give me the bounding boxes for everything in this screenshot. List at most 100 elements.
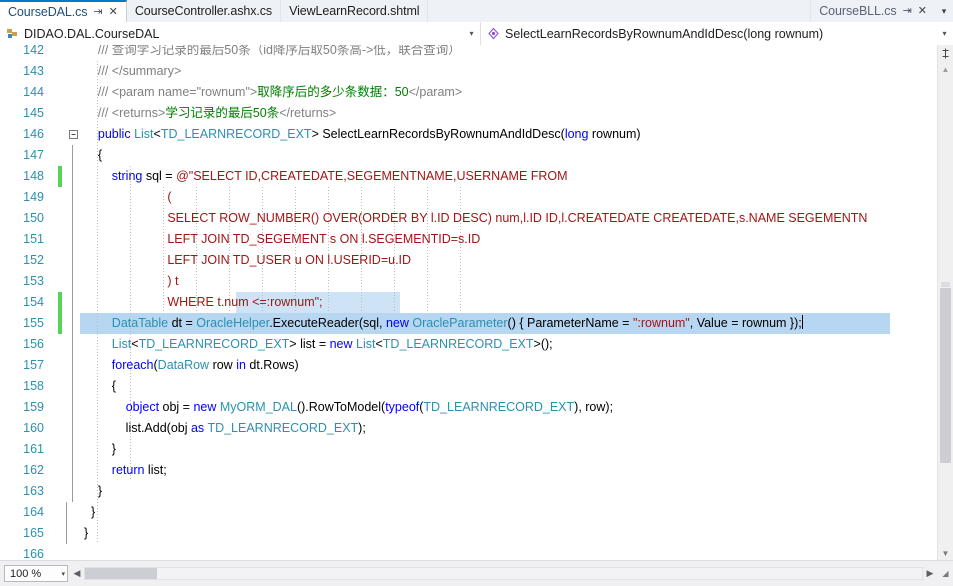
line-number: 145 — [23, 106, 44, 120]
close-icon[interactable]: ✕ — [109, 6, 118, 18]
code-token: } — [84, 442, 116, 456]
code-editor[interactable]: 142 /// 查询学习记录的最后50条（id降序后取50条高->低，联合查询）… — [0, 45, 953, 561]
code-line[interactable]: 163 } — [0, 481, 938, 502]
outlining-bar — [72, 208, 73, 229]
navigation-bar: DIDAO.DAL.CourseDAL ▾ SelectLearnRecords… — [0, 22, 953, 46]
code-token: ) t — [84, 274, 179, 288]
code-line[interactable]: 158 { — [0, 376, 938, 397]
chevron-down-icon[interactable]: ▾ — [938, 29, 951, 38]
line-number: 157 — [23, 358, 44, 372]
code-line[interactable]: 152 LEFT JOIN TD_USER u ON l.USERID=u.ID — [0, 250, 938, 271]
line-number: 166 — [23, 547, 44, 559]
code-line[interactable]: 148 string sql = @"SELECT ID,CREATEDATE,… — [0, 166, 938, 187]
code-token: in — [236, 358, 246, 372]
tab-label: CourseController.ashx.cs — [134, 4, 273, 18]
change-bar — [58, 208, 62, 229]
split-view-icon[interactable] — [938, 45, 953, 61]
code-token: , Value = rownum }); — [689, 316, 802, 330]
outlining-bar — [72, 271, 73, 292]
code-surface[interactable]: 142 /// 查询学习记录的最后50条（id降序后取50条高->低，联合查询）… — [0, 45, 938, 559]
code-token: .ExecuteReader(sql, — [269, 316, 386, 330]
code-token: public — [97, 127, 131, 141]
tab-coursedal-cs[interactable]: CourseDAL.cs ⇥ ✕ — [0, 0, 127, 22]
code-line[interactable]: 155 DataTable dt = OracleHelper.ExecuteR… — [0, 313, 938, 334]
code-text: /// <returns>学习记录的最后50条</returns> — [84, 103, 336, 124]
vertical-scrollbar[interactable]: ▲ ▼ — [937, 45, 953, 561]
code-line[interactable]: 161 } — [0, 439, 938, 460]
code-line[interactable]: 147 { — [0, 145, 938, 166]
horizontal-scrollbar[interactable]: ◀ ▶ — [70, 565, 937, 582]
tab-label: CourseDAL.cs — [8, 5, 88, 19]
indent-guide — [460, 250, 461, 271]
scrollbar-thumb[interactable] — [940, 288, 951, 463]
type-dropdown[interactable]: DIDAO.DAL.CourseDAL ▾ — [0, 22, 481, 45]
code-text: } — [84, 523, 88, 544]
code-token: DataTable — [111, 316, 169, 330]
change-bar — [58, 82, 62, 103]
code-token: 学习记录的最后50条 — [165, 106, 280, 120]
code-line[interactable]: 146 public List<TD_LEARNRECORD_EXT> Sele… — [0, 124, 938, 145]
indent-guide — [460, 292, 461, 313]
code-line[interactable]: 165} — [0, 523, 938, 544]
code-line[interactable]: 151 LEFT JOIN TD_SEGEMENT s ON l.SEGEMEN… — [0, 229, 938, 250]
code-line[interactable]: 143 /// </summary> — [0, 61, 938, 82]
chevron-down-icon[interactable]: ▾ — [465, 29, 478, 38]
code-token: LEFT JOIN TD_USER u ON l.USERID=u.ID — [84, 253, 412, 267]
scroll-left-button[interactable]: ◀ — [70, 565, 84, 582]
code-line[interactable]: 154 WHERE t.num <=:rownum"; — [0, 292, 938, 313]
line-number: 155 — [23, 316, 44, 330]
code-text: /// </summary> — [84, 61, 181, 82]
indent-guide — [196, 187, 197, 208]
indent-guide — [328, 187, 329, 208]
code-line[interactable]: 144 /// <param name="rownum">取降序后的多少条数据：… — [0, 82, 938, 103]
code-line[interactable]: 145 /// <returns>学习记录的最后50条</returns> — [0, 103, 938, 124]
code-line[interactable]: 157 foreach(DataRow row in dt.Rows) — [0, 355, 938, 376]
pin-icon[interactable]: ⇥ — [903, 5, 912, 17]
indent-guide — [394, 292, 395, 313]
tab-coursebll-cs[interactable]: CourseBLL.cs ⇥ ✕ — [810, 0, 935, 22]
scroll-up-button[interactable]: ▲ — [938, 62, 953, 76]
close-icon[interactable]: ✕ — [918, 5, 927, 17]
zoom-level-dropdown[interactable]: 100 % ▾ — [4, 565, 68, 582]
code-line[interactable]: 150 SELECT ROW_NUMBER() OVER(ORDER BY l.… — [0, 208, 938, 229]
tab-coursecontroller-ashx-cs[interactable]: CourseController.ashx.cs — [126, 0, 282, 22]
tab-viewlearnrecord-shtml[interactable]: ViewLearnRecord.shtml — [281, 0, 429, 22]
resize-grip[interactable]: ◢ — [938, 561, 953, 586]
code-token: dt = — [168, 316, 197, 330]
code-token: TD_LEARNRECORD_EXT — [207, 421, 359, 435]
outlining-bar — [72, 229, 73, 250]
code-line[interactable]: 149 ( — [0, 187, 938, 208]
line-number: 147 — [23, 148, 44, 162]
code-text: SELECT ROW_NUMBER() OVER(ORDER BY l.ID D… — [84, 208, 867, 229]
editor-status-bar: 100 % ▾ ◀ ▶ ◢ — [0, 560, 953, 586]
scroll-right-button[interactable]: ▶ — [923, 565, 937, 582]
member-dropdown[interactable]: SelectLearnRecordsByRownumAndIdDesc(long… — [481, 22, 953, 45]
code-line[interactable]: 162 return list; — [0, 460, 938, 481]
horizontal-scroll-thumb[interactable] — [85, 568, 157, 579]
pin-icon[interactable]: ⇥ — [93, 6, 102, 18]
outlining-bar — [72, 481, 73, 502]
tab-overflow-dropdown[interactable]: ▾ — [935, 0, 953, 22]
change-bar — [58, 124, 62, 145]
code-line[interactable]: 156 List<TD_LEARNRECORD_EXT> list = new … — [0, 334, 938, 355]
code-token: DataRow — [157, 358, 210, 372]
code-line[interactable]: 160 list.Add(obj as TD_LEARNRECORD_EXT); — [0, 418, 938, 439]
code-text: { — [84, 376, 116, 397]
code-token: as — [190, 421, 205, 435]
code-line[interactable]: 153 ) t — [0, 271, 938, 292]
code-line[interactable]: 142 /// 查询学习记录的最后50条（id降序后取50条高->低，联合查询） — [0, 45, 938, 61]
code-line[interactable]: 159 object obj = new MyORM_DAL().RowToMo… — [0, 397, 938, 418]
code-line[interactable]: 164 } — [0, 502, 938, 523]
indent-guide — [361, 271, 362, 292]
code-token: @"SELECT ID,CREATEDATE,SEGEMENTNAME,USER… — [176, 169, 568, 183]
code-token: () { ParameterName = — [507, 316, 633, 330]
collapse-minus-icon[interactable] — [66, 124, 80, 145]
indent-guide — [295, 271, 296, 292]
scroll-down-button[interactable]: ▼ — [938, 545, 953, 561]
code-token: return — [111, 463, 145, 477]
code-line[interactable]: 166 — [0, 544, 938, 559]
horizontal-scroll-track[interactable] — [84, 567, 923, 580]
visual-studio-editor-window: CourseDAL.cs ⇥ ✕ CourseController.ashx.c… — [0, 0, 953, 586]
